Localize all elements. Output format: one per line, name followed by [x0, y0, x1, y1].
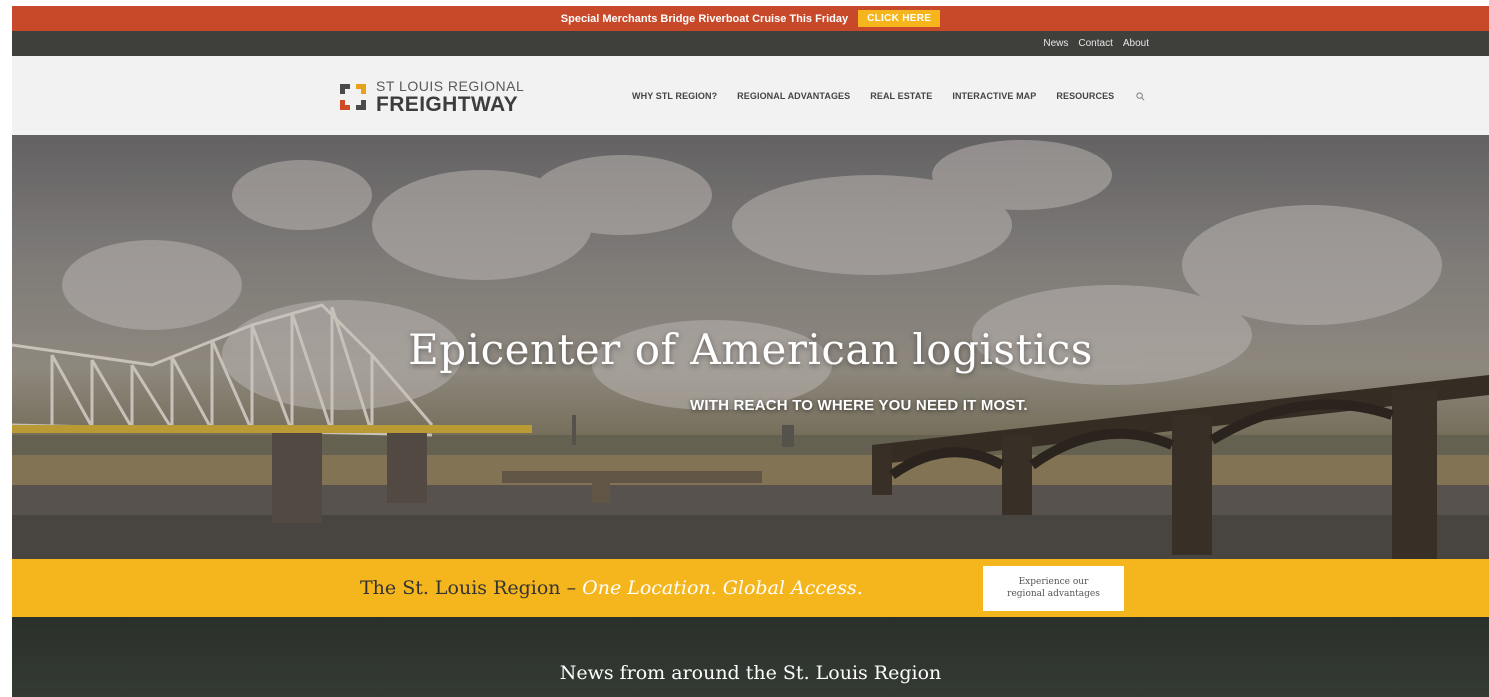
tagline-text: The St. Louis Region – One Location. Glo…	[360, 577, 863, 599]
utility-link-about[interactable]: About	[1123, 38, 1149, 49]
nav-item-regional-advantages[interactable]: REGIONAL ADVANTAGES	[737, 91, 850, 101]
logo-line1: ST LOUIS REGIONAL	[376, 78, 525, 94]
utility-links: News Contact About	[1043, 31, 1149, 56]
hero-title: Epicenter of American logistics	[408, 325, 1093, 374]
button-line1: Experience our	[1018, 576, 1089, 587]
promo-text: Special Merchants Bridge Riverboat Cruis…	[560, 12, 849, 25]
site-header: ST LOUIS REGIONAL FREIGHTWAY WHY STL REG…	[12, 56, 1489, 135]
tagline-band: The St. Louis Region – One Location. Glo…	[12, 559, 1489, 617]
page: Special Merchants Bridge Riverboat Cruis…	[12, 6, 1489, 697]
regional-advantages-button[interactable]: Experience our regional advantages	[983, 566, 1124, 611]
button-line2: regional advantages	[1007, 588, 1100, 599]
nav-item-resources[interactable]: RESOURCES	[1056, 91, 1114, 101]
tagline-main: The St. Louis Region –	[360, 577, 577, 599]
nav-item-real-estate[interactable]: REAL ESTATE	[870, 91, 932, 101]
hero-subtitle: WITH REACH TO WHERE YOU NEED IT MOST.	[690, 397, 1028, 414]
logo-mark-icon	[340, 84, 366, 110]
nav-item-why-stl-region[interactable]: WHY STL REGION?	[632, 91, 717, 101]
hero-banner: Epicenter of American logistics WITH REA…	[12, 135, 1489, 559]
utility-link-news[interactable]: News	[1043, 38, 1068, 49]
search-icon[interactable]	[1134, 90, 1146, 102]
tagline-italic: One Location. Global Access.	[582, 577, 863, 599]
button-label: Experience our regional advantages	[1007, 577, 1100, 600]
utility-bar: News Contact About	[12, 31, 1489, 56]
promo-bar: Special Merchants Bridge Riverboat Cruis…	[12, 6, 1489, 31]
logo-line2: FREIGHTWAY	[376, 93, 519, 116]
utility-link-contact[interactable]: Contact	[1078, 38, 1112, 49]
nav-item-interactive-map[interactable]: INTERACTIVE MAP	[952, 91, 1036, 101]
main-nav: WHY STL REGION? REGIONAL ADVANTAGES REAL…	[632, 86, 1146, 106]
news-section-title: News from around the St. Louis Region	[559, 662, 942, 684]
promo-click-here-button[interactable]: CLICK HERE	[858, 10, 941, 27]
news-section: News from around the St. Louis Region	[12, 617, 1489, 697]
site-logo[interactable]: ST LOUIS REGIONAL FREIGHTWAY	[338, 79, 524, 115]
logo-text: ST LOUIS REGIONAL FREIGHTWAY	[376, 79, 524, 115]
